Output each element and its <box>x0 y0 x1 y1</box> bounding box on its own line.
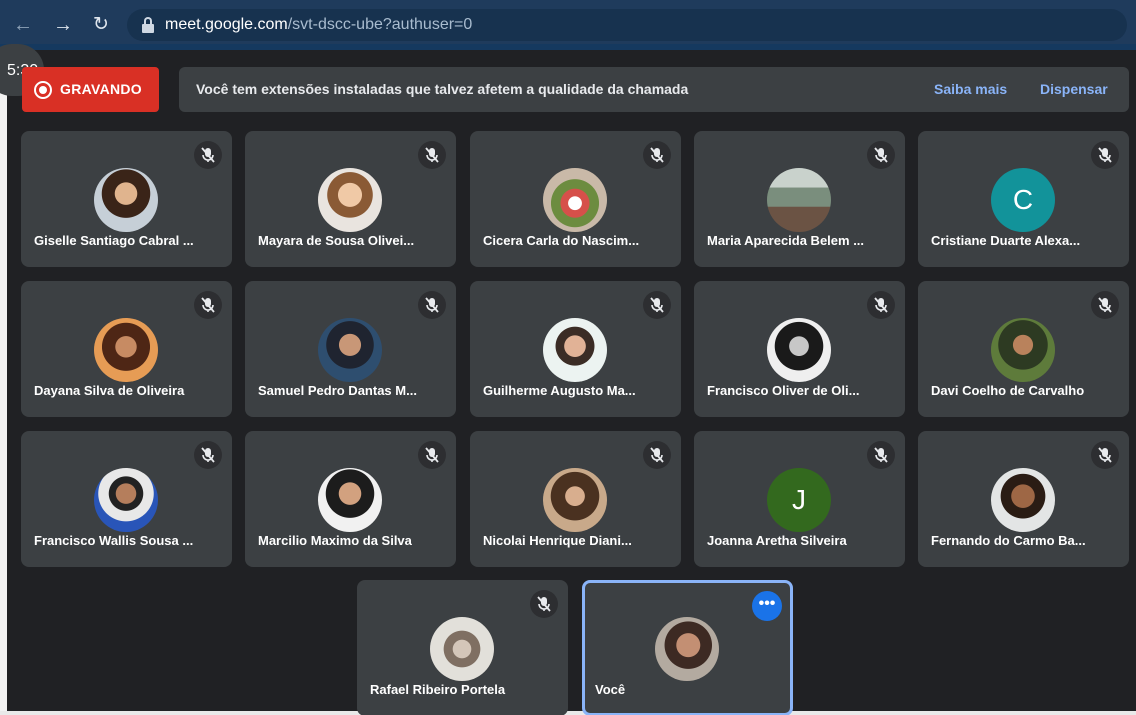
participant-avatar <box>543 468 607 532</box>
participant-avatar <box>318 468 382 532</box>
participant-avatar <box>94 168 158 232</box>
mic-off-icon <box>194 291 222 319</box>
mic-off-icon <box>194 141 222 169</box>
toolbar-divider <box>0 44 1136 50</box>
participant-tile[interactable]: J Joanna Aretha Silveira <box>694 431 905 567</box>
mic-off-icon <box>643 441 671 469</box>
mic-off-icon <box>418 141 446 169</box>
self-avatar <box>655 617 719 681</box>
participant-tile[interactable]: Mayara de Sousa Olivei... <box>245 131 456 267</box>
participant-letter-avatar: J <box>767 468 831 532</box>
participant-name: Francisco Oliver de Oli... <box>707 383 860 398</box>
participant-avatar <box>430 617 494 681</box>
participant-avatar <box>318 168 382 232</box>
participant-avatar <box>991 318 1055 382</box>
mic-off-icon <box>194 441 222 469</box>
mic-off-icon <box>1091 141 1119 169</box>
participant-tile[interactable]: Dayana Silva de Oliveira <box>21 281 232 417</box>
participant-name: Cicera Carla do Nascim... <box>483 233 640 248</box>
participant-tile[interactable]: Marcilio Maximo da Silva <box>245 431 456 567</box>
participant-name: Maria Aparecida Belem ... <box>707 233 865 248</box>
participant-tile[interactable]: Rafael Ribeiro Portela <box>357 580 568 715</box>
participant-name: Cristiane Duarte Alexa... <box>931 233 1081 248</box>
participant-name: Rafael Ribeiro Portela <box>370 682 506 697</box>
participant-name: Marcilio Maximo da Silva <box>258 533 412 548</box>
extensions-warning-banner: Você tem extensões instaladas que talvez… <box>179 67 1129 112</box>
participant-tile[interactable]: Davi Coelho de Carvalho <box>918 281 1129 417</box>
participant-avatar <box>543 318 607 382</box>
mic-off-icon <box>867 441 895 469</box>
participant-avatar <box>767 318 831 382</box>
participant-tile[interactable]: Fernando do Carmo Ba... <box>918 431 1129 567</box>
mic-off-icon <box>530 590 558 618</box>
participant-avatar <box>991 468 1055 532</box>
more-horizontal-icon[interactable]: ••• <box>752 591 782 621</box>
participant-tile[interactable]: Samuel Pedro Dantas M... <box>245 281 456 417</box>
mic-off-icon <box>418 441 446 469</box>
url-text: meet.google.com/svt-dscc-ube?authuser=0 <box>165 16 472 34</box>
participant-tile[interactable]: Francisco Oliver de Oli... <box>694 281 905 417</box>
self-name: Você <box>595 682 626 697</box>
mic-off-icon <box>643 291 671 319</box>
participant-avatar <box>767 168 831 232</box>
participant-tile[interactable]: Giselle Santiago Cabral ... <box>21 131 232 267</box>
participant-tile[interactable]: C Cristiane Duarte Alexa... <box>918 131 1129 267</box>
participant-name: Samuel Pedro Dantas M... <box>258 383 417 398</box>
lock-icon <box>141 17 155 33</box>
frame-edge-left <box>0 50 7 715</box>
participant-tile[interactable]: Nicolai Henrique Diani... <box>470 431 681 567</box>
participant-avatar <box>94 468 158 532</box>
participant-name: Joanna Aretha Silveira <box>707 533 847 548</box>
reload-icon[interactable]: ↻ <box>90 14 112 36</box>
mic-off-icon <box>1091 441 1119 469</box>
url-path: /svt-dscc-ube?authuser=0 <box>287 16 473 33</box>
participant-avatar <box>543 168 607 232</box>
participant-avatar <box>94 318 158 382</box>
back-arrow-icon[interactable]: ← <box>12 14 34 36</box>
participant-name: Fernando do Carmo Ba... <box>931 533 1086 548</box>
participant-name: Davi Coelho de Carvalho <box>931 383 1085 398</box>
address-bar[interactable]: meet.google.com/svt-dscc-ube?authuser=0 <box>127 9 1127 41</box>
participant-name: Mayara de Sousa Olivei... <box>258 233 415 248</box>
recording-label: GRAVANDO <box>60 81 142 97</box>
self-tile[interactable]: ••• Você <box>582 580 793 715</box>
mic-off-icon <box>643 141 671 169</box>
participant-name: Francisco Wallis Sousa ... <box>34 533 194 548</box>
forward-arrow-icon[interactable]: → <box>52 14 74 36</box>
url-host: meet.google.com <box>165 16 288 33</box>
participant-tile[interactable]: Cicera Carla do Nascim... <box>470 131 681 267</box>
participant-name: Dayana Silva de Oliveira <box>34 383 185 398</box>
mic-off-icon <box>867 291 895 319</box>
participant-name: Guilherme Augusto Ma... <box>483 383 636 398</box>
frame-edge-bottom <box>0 711 1136 715</box>
participant-avatar <box>318 318 382 382</box>
learn-more-link[interactable]: Saiba mais <box>934 81 1007 97</box>
participant-tile[interactable]: Francisco Wallis Sousa ... <box>21 431 232 567</box>
participant-tile[interactable]: Maria Aparecida Belem ... <box>694 131 905 267</box>
participant-letter-avatar: C <box>991 168 1055 232</box>
participant-name: Nicolai Henrique Diani... <box>483 533 632 548</box>
mic-off-icon <box>418 291 446 319</box>
browser-toolbar: ← → ↻ meet.google.com/svt-dscc-ube?authu… <box>0 0 1136 50</box>
record-icon <box>34 81 52 99</box>
participant-name: Giselle Santiago Cabral ... <box>34 233 194 248</box>
banner-message: Você tem extensões instaladas que talvez… <box>196 81 689 97</box>
participant-tile[interactable]: Guilherme Augusto Ma... <box>470 281 681 417</box>
recording-indicator[interactable]: GRAVANDO <box>22 67 159 112</box>
mic-off-icon <box>1091 291 1119 319</box>
mic-off-icon <box>867 141 895 169</box>
dismiss-button[interactable]: Dispensar <box>1040 81 1108 97</box>
